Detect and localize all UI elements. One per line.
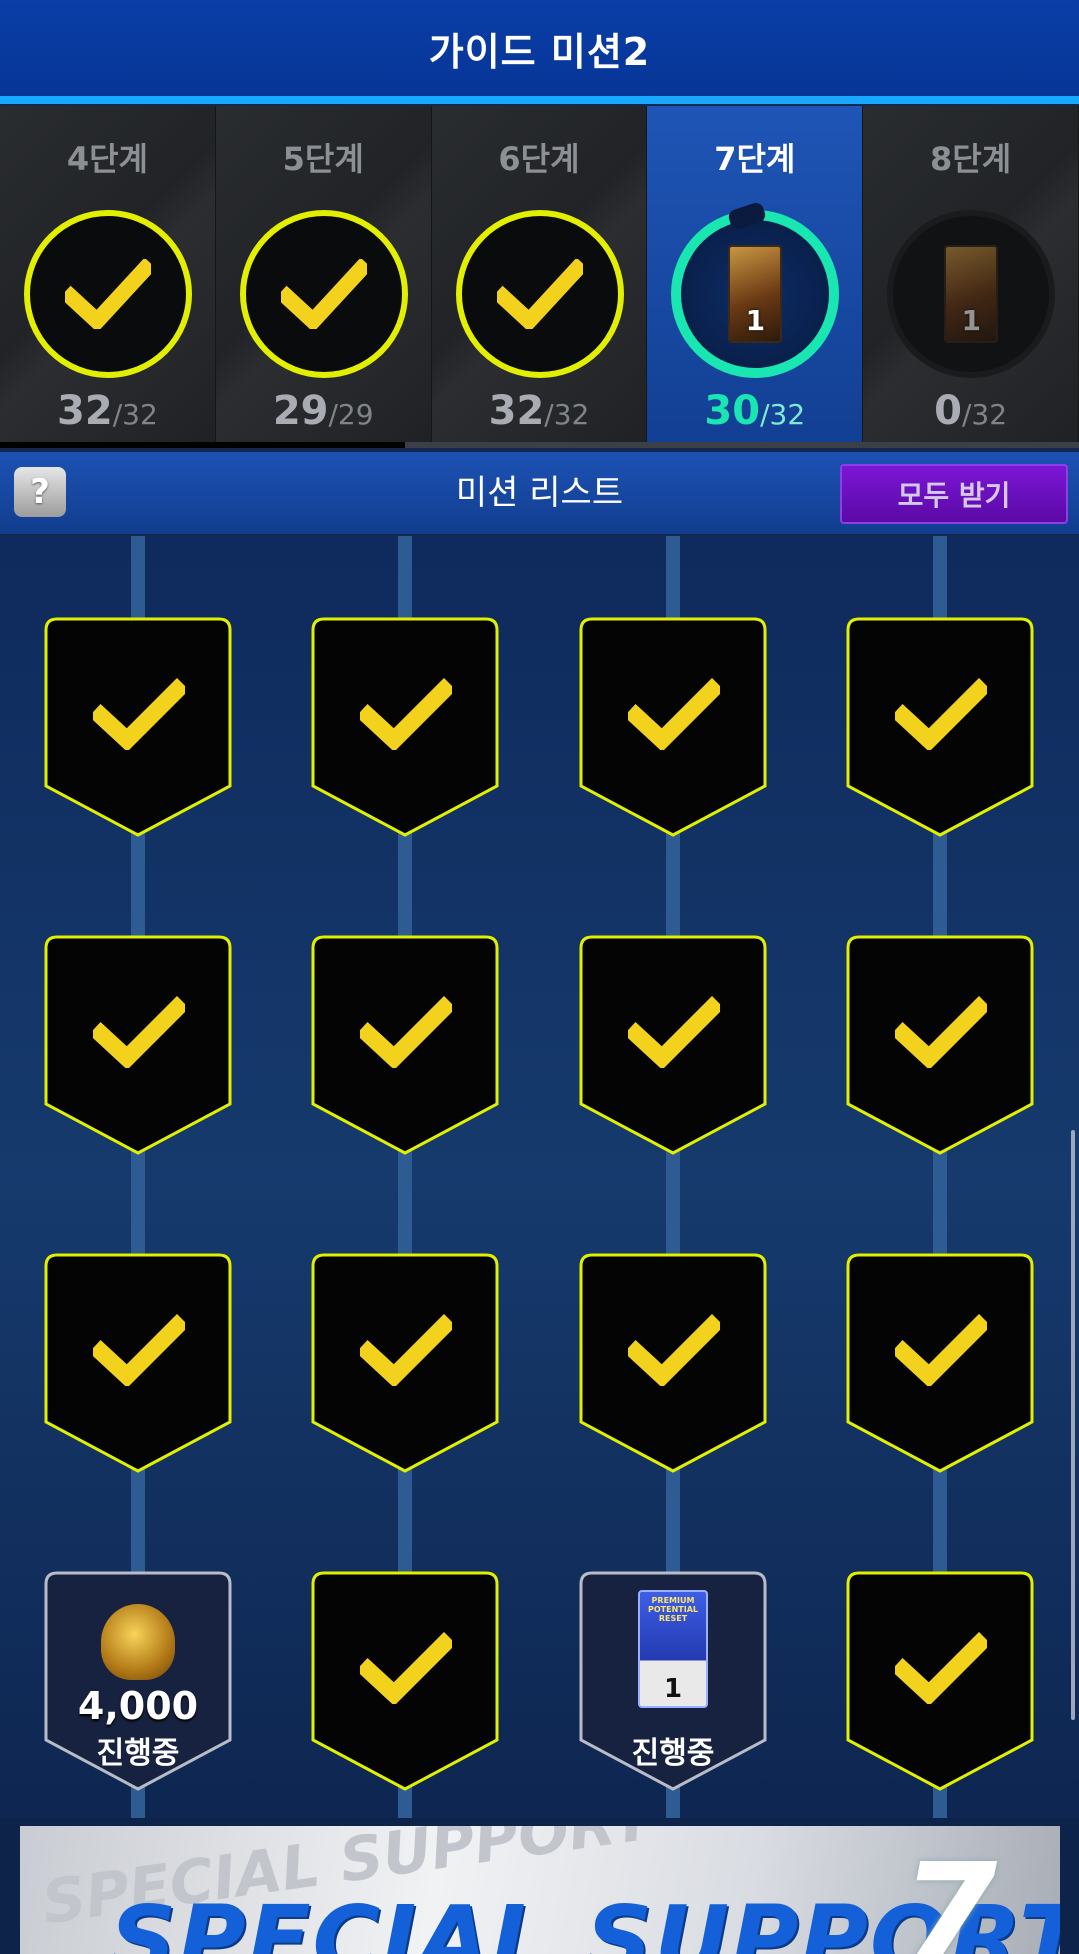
header-divider — [0, 96, 1079, 104]
mission-badge-complete[interactable] — [578, 616, 768, 838]
mission-badge-complete[interactable] — [310, 1252, 500, 1474]
check-icon — [360, 678, 452, 750]
mission-badge-in-progress[interactable]: 4,000 진행중 — [43, 1570, 233, 1792]
stage-label: 7단계 — [714, 140, 796, 178]
check-icon — [65, 259, 151, 329]
mission-badge-complete[interactable] — [43, 934, 233, 1156]
stage-complete-ring — [24, 210, 192, 378]
ticket-count: 1 — [663, 1674, 683, 1704]
check-icon — [360, 996, 452, 1068]
check-icon — [895, 1314, 987, 1386]
potential-reset-ticket-icon: PREMIUM POTENTIAL RESET 1 — [638, 1590, 708, 1708]
mission-badge-complete[interactable] — [845, 1252, 1035, 1474]
mission-status: 진행중 — [96, 1736, 180, 1771]
mission-badge-complete[interactable] — [310, 1570, 500, 1792]
page-title: 가이드 미션2 — [428, 29, 651, 74]
check-icon — [93, 996, 185, 1068]
stage-count: 0/32 — [863, 388, 1078, 434]
mission-badge-in-progress[interactable]: PREMIUM POTENTIAL RESET 1 진행중 — [578, 1570, 768, 1792]
stage-count-total: /32 — [544, 398, 590, 431]
mission-badge-complete[interactable] — [310, 934, 500, 1156]
stage-count-total: /29 — [328, 398, 374, 431]
mission-list-bar: 미션 리스트 ? 모두 받기 — [0, 452, 1079, 534]
player-card-icon: 1 — [944, 245, 999, 343]
mission-badge-complete[interactable] — [43, 1252, 233, 1474]
stage-progress-ring: 1 — [671, 200, 840, 378]
stage-complete-ring — [239, 210, 408, 378]
stage-complete-ring — [455, 210, 624, 378]
reward-amount: 4,000 — [77, 1684, 199, 1728]
card-count: 1 — [745, 304, 766, 337]
stage-count: 29/29 — [216, 388, 431, 434]
check-icon — [280, 259, 367, 329]
stage-tab-7[interactable]: 7단계 1 30/32 — [647, 106, 864, 446]
stage-tab-4[interactable]: 4단계 32/32 — [0, 106, 216, 446]
stage-tab-8[interactable]: 8단계 1 0/32 — [863, 106, 1079, 446]
stage-label: 4단계 — [66, 140, 148, 178]
stage-locked-ring: 1 — [887, 210, 1056, 378]
stage-tab-5[interactable]: 5단계 29/29 — [215, 106, 432, 446]
progress-ring-gap — [727, 200, 768, 232]
mission-scrollbar[interactable] — [1071, 1130, 1075, 1720]
mission-status: 진행중 — [631, 1736, 715, 1771]
check-icon — [360, 1632, 452, 1704]
player-card-icon: 1 — [728, 245, 783, 343]
check-icon — [628, 996, 720, 1068]
stage-label: 8단계 — [930, 140, 1012, 178]
stage-count-total: /32 — [112, 398, 158, 431]
stage-count-value: 32 — [488, 388, 545, 434]
stage-count-value: 30 — [704, 388, 761, 434]
check-icon — [628, 678, 720, 750]
check-icon — [895, 678, 987, 750]
check-icon — [895, 1632, 987, 1704]
special-support-banner[interactable]: SPECIAL SUPPORT SPECIAL SUPPORT 7 — [0, 1818, 1079, 1954]
stage-scroll-thumb[interactable] — [0, 442, 405, 448]
mission-badge-complete[interactable] — [578, 934, 768, 1156]
mission-badge-complete[interactable] — [845, 616, 1035, 838]
stage-count: 32/32 — [0, 388, 215, 434]
mission-badge-complete[interactable] — [310, 616, 500, 838]
help-button[interactable]: ? — [14, 467, 66, 517]
banner-number: 7 — [900, 1834, 998, 1954]
mission-badge-complete[interactable] — [845, 1570, 1035, 1792]
ticket-text: PREMIUM POTENTIAL RESET — [647, 1596, 698, 1623]
stage-count-value: 0 — [934, 388, 962, 434]
check-icon — [93, 1314, 185, 1386]
mission-grid: 4,000 진행중 PREMIUM POTENTIAL RESET 1 진행중 — [0, 536, 1079, 1818]
check-icon — [360, 1314, 452, 1386]
mission-badge-complete[interactable] — [43, 616, 233, 838]
stage-tab-6[interactable]: 6단계 32/32 — [431, 106, 648, 446]
stage-label: 5단계 — [282, 140, 364, 178]
stage-count: 32/32 — [432, 388, 647, 434]
check-icon — [895, 996, 987, 1068]
stage-count-value: 29 — [272, 388, 329, 434]
claim-all-button[interactable]: 모두 받기 — [840, 464, 1068, 524]
stage-label: 6단계 — [498, 140, 580, 178]
stage-tabs: 4단계 32/32 5단계 29/29 6단계 32/32 7단계 1 30/3… — [0, 106, 1079, 446]
stage-count-value: 32 — [57, 388, 113, 434]
stage-count-total: /32 — [961, 398, 1008, 431]
mission-badge-complete[interactable] — [845, 934, 1035, 1156]
golden-glove-icon — [101, 1604, 175, 1680]
card-count: 1 — [961, 304, 981, 337]
check-icon — [93, 678, 185, 750]
banner-image: SPECIAL SUPPORT SPECIAL SUPPORT 7 — [20, 1826, 1060, 1954]
check-icon — [628, 1314, 720, 1386]
stage-count-total: /32 — [760, 398, 806, 431]
check-icon — [496, 259, 583, 329]
mission-badge-complete[interactable] — [578, 1252, 768, 1474]
stage-count: 30/32 — [647, 388, 862, 434]
header-bar: 가이드 미션2 — [0, 0, 1079, 96]
